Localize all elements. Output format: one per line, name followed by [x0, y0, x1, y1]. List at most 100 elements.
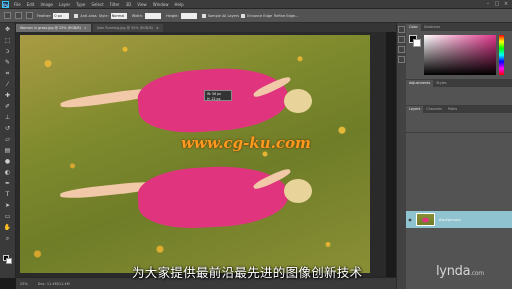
lynda-logo: lynda.com — [436, 264, 484, 279]
options-bar: Feather: 0 px Anti-alias Style: Normal W… — [0, 9, 512, 23]
antialias-checkbox[interactable] — [74, 13, 79, 18]
close-button[interactable]: × — [503, 1, 509, 7]
tab-layers[interactable]: Layers — [406, 106, 424, 113]
hue-slider[interactable] — [499, 35, 504, 75]
panel-icon-strip — [396, 23, 406, 289]
width-input[interactable] — [145, 12, 162, 19]
menu-layer[interactable]: Layer — [59, 2, 70, 7]
quick-select-tool-icon[interactable]: ✎ — [3, 58, 12, 67]
canvas-area[interactable]: W: 56 px H: 22 px www.cg-ku.com — [16, 32, 386, 277]
clone-stamp-tool-icon[interactable]: ⊥ — [3, 113, 12, 122]
transform-tooltip: W: 56 px H: 22 px — [204, 90, 232, 101]
eyedropper-tool-icon[interactable]: ⁄ — [3, 80, 12, 89]
tab-label: Woman in grass.jpg @ 25% (RGB/8) — [20, 26, 81, 30]
tooltip-height: H: 22 px — [207, 96, 221, 101]
menu-file[interactable]: File — [14, 2, 21, 7]
woman-figure-bottom — [20, 35, 370, 273]
color-panel-tabs: Color Swatches — [406, 23, 512, 31]
lasso-tool-icon[interactable]: ↄ — [3, 47, 12, 56]
zoom-level[interactable]: 25% — [20, 282, 28, 286]
minimize-button[interactable]: – — [485, 1, 491, 7]
add-selection-icon[interactable] — [26, 12, 33, 19]
type-tool-icon[interactable]: T — [3, 190, 12, 199]
dodge-tool-icon[interactable]: ◐ — [3, 168, 12, 177]
menu-3d[interactable]: 3D — [126, 2, 132, 7]
height-label: Height: — [166, 13, 179, 18]
antialias-label: Anti-alias — [80, 13, 97, 18]
menu-window[interactable]: Window — [153, 2, 169, 7]
menu-bar: Ps File Edit Image Layer Type Select Fil… — [0, 0, 512, 9]
head-bottom — [284, 179, 312, 203]
eraser-tool-icon[interactable]: ▱ — [3, 135, 12, 144]
right-panels: Color Swatches Adjustments Styles Layers… — [406, 23, 512, 289]
tab-paths[interactable]: Paths — [445, 106, 460, 113]
history-panel-icon[interactable] — [398, 26, 405, 33]
doc-size: Doc: 11.4M/11.4M — [37, 281, 70, 286]
hand-tool-icon[interactable]: ✋ — [3, 223, 12, 232]
watermark-text: www.cg-ku.com — [181, 134, 311, 152]
layer-row-background[interactable]: ◉ Background — [406, 211, 512, 228]
tab-swatches[interactable]: Swatches — [421, 24, 443, 31]
tab-sam-running[interactable]: Sam Running.jpg @ 50% (RGB/8) × — [92, 24, 163, 32]
paragraph-panel-icon[interactable] — [398, 56, 405, 63]
color-picker-field[interactable] — [424, 35, 496, 75]
tab-close-icon[interactable]: × — [84, 26, 87, 30]
tab-channels[interactable]: Channels — [423, 106, 445, 113]
menu-edit[interactable]: Edit — [27, 2, 35, 7]
tab-adjustments[interactable]: Adjustments — [406, 80, 434, 87]
blur-tool-icon[interactable]: ● — [3, 157, 12, 166]
tab-close-icon[interactable]: × — [156, 26, 159, 30]
new-selection-icon[interactable] — [15, 12, 22, 19]
style-select[interactable]: Normal — [110, 12, 127, 19]
menu-filter[interactable]: Filter — [110, 2, 120, 7]
feather-label: Feather: — [37, 13, 52, 18]
feather-input[interactable]: 0 px — [53, 12, 70, 19]
zoom-tool-icon[interactable]: ⌕ — [3, 234, 12, 243]
tab-styles[interactable]: Styles — [433, 80, 449, 87]
healing-brush-tool-icon[interactable]: ✚ — [3, 91, 12, 100]
tool-preset-icon[interactable] — [4, 12, 11, 19]
lynda-suffix: .com — [470, 270, 484, 277]
menu-type[interactable]: Type — [76, 2, 85, 7]
menu-image[interactable]: Image — [40, 2, 53, 7]
color-panel — [406, 31, 512, 79]
background-color-swatch[interactable] — [6, 258, 12, 264]
marquee-tool-icon[interactable]: ⬚ — [3, 36, 12, 45]
history-brush-tool-icon[interactable]: ↺ — [3, 124, 12, 133]
menu-view[interactable]: View — [137, 2, 147, 7]
tab-label: Sam Running.jpg @ 50% (RGB/8) — [96, 26, 153, 30]
path-select-tool-icon[interactable]: ➤ — [3, 201, 12, 210]
crop-tool-icon[interactable]: ⌗ — [3, 69, 12, 78]
layers-panel-tabs: Layers Channels Paths — [406, 105, 512, 113]
visibility-eye-icon[interactable]: ◉ — [407, 217, 413, 222]
tools-panel: ✥ ⬚ ↄ ✎ ⌗ ⁄ ✚ ✐ ⊥ ↺ ▱ ▤ ● ◐ ✒ T ➤ ▭ ✋ ⌕ — [0, 23, 16, 278]
gradient-tool-icon[interactable]: ▤ — [3, 146, 12, 155]
character-panel-icon[interactable] — [398, 46, 405, 53]
enhance-edge-checkbox[interactable] — [241, 13, 246, 18]
adjustments-panel-tabs: Adjustments Styles — [406, 79, 512, 87]
tooltip-width: W: 56 px — [207, 92, 222, 96]
menu-help[interactable]: Help — [174, 2, 183, 7]
layers-panel: ◉ Background — [406, 113, 512, 289]
panel-background-swatch[interactable] — [413, 39, 421, 47]
properties-panel-icon[interactable] — [398, 36, 405, 43]
pen-tool-icon[interactable]: ✒ — [3, 179, 12, 188]
brush-tool-icon[interactable]: ✐ — [3, 102, 12, 111]
height-input[interactable] — [180, 12, 197, 19]
adjustments-panel — [406, 87, 512, 105]
tab-woman-in-grass[interactable]: Woman in grass.jpg @ 25% (RGB/8) × — [16, 24, 91, 32]
layers-controls[interactable] — [406, 113, 512, 133]
window-controls: – □ × — [485, 1, 509, 7]
dress-bottom — [136, 163, 290, 231]
tab-color[interactable]: Color — [406, 24, 421, 31]
maximize-button[interactable]: □ — [494, 1, 500, 7]
photo-canvas[interactable] — [20, 35, 370, 273]
layer-thumbnail — [416, 213, 435, 226]
photoshop-logo: Ps — [2, 0, 9, 8]
sample-all-checkbox[interactable] — [201, 13, 206, 18]
menu-select[interactable]: Select — [91, 2, 103, 7]
refine-edge-button[interactable]: Refine Edge... — [274, 14, 298, 18]
move-tool-icon[interactable]: ✥ — [3, 25, 12, 34]
shape-tool-icon[interactable]: ▭ — [3, 212, 12, 221]
style-label: Style: — [98, 13, 109, 18]
